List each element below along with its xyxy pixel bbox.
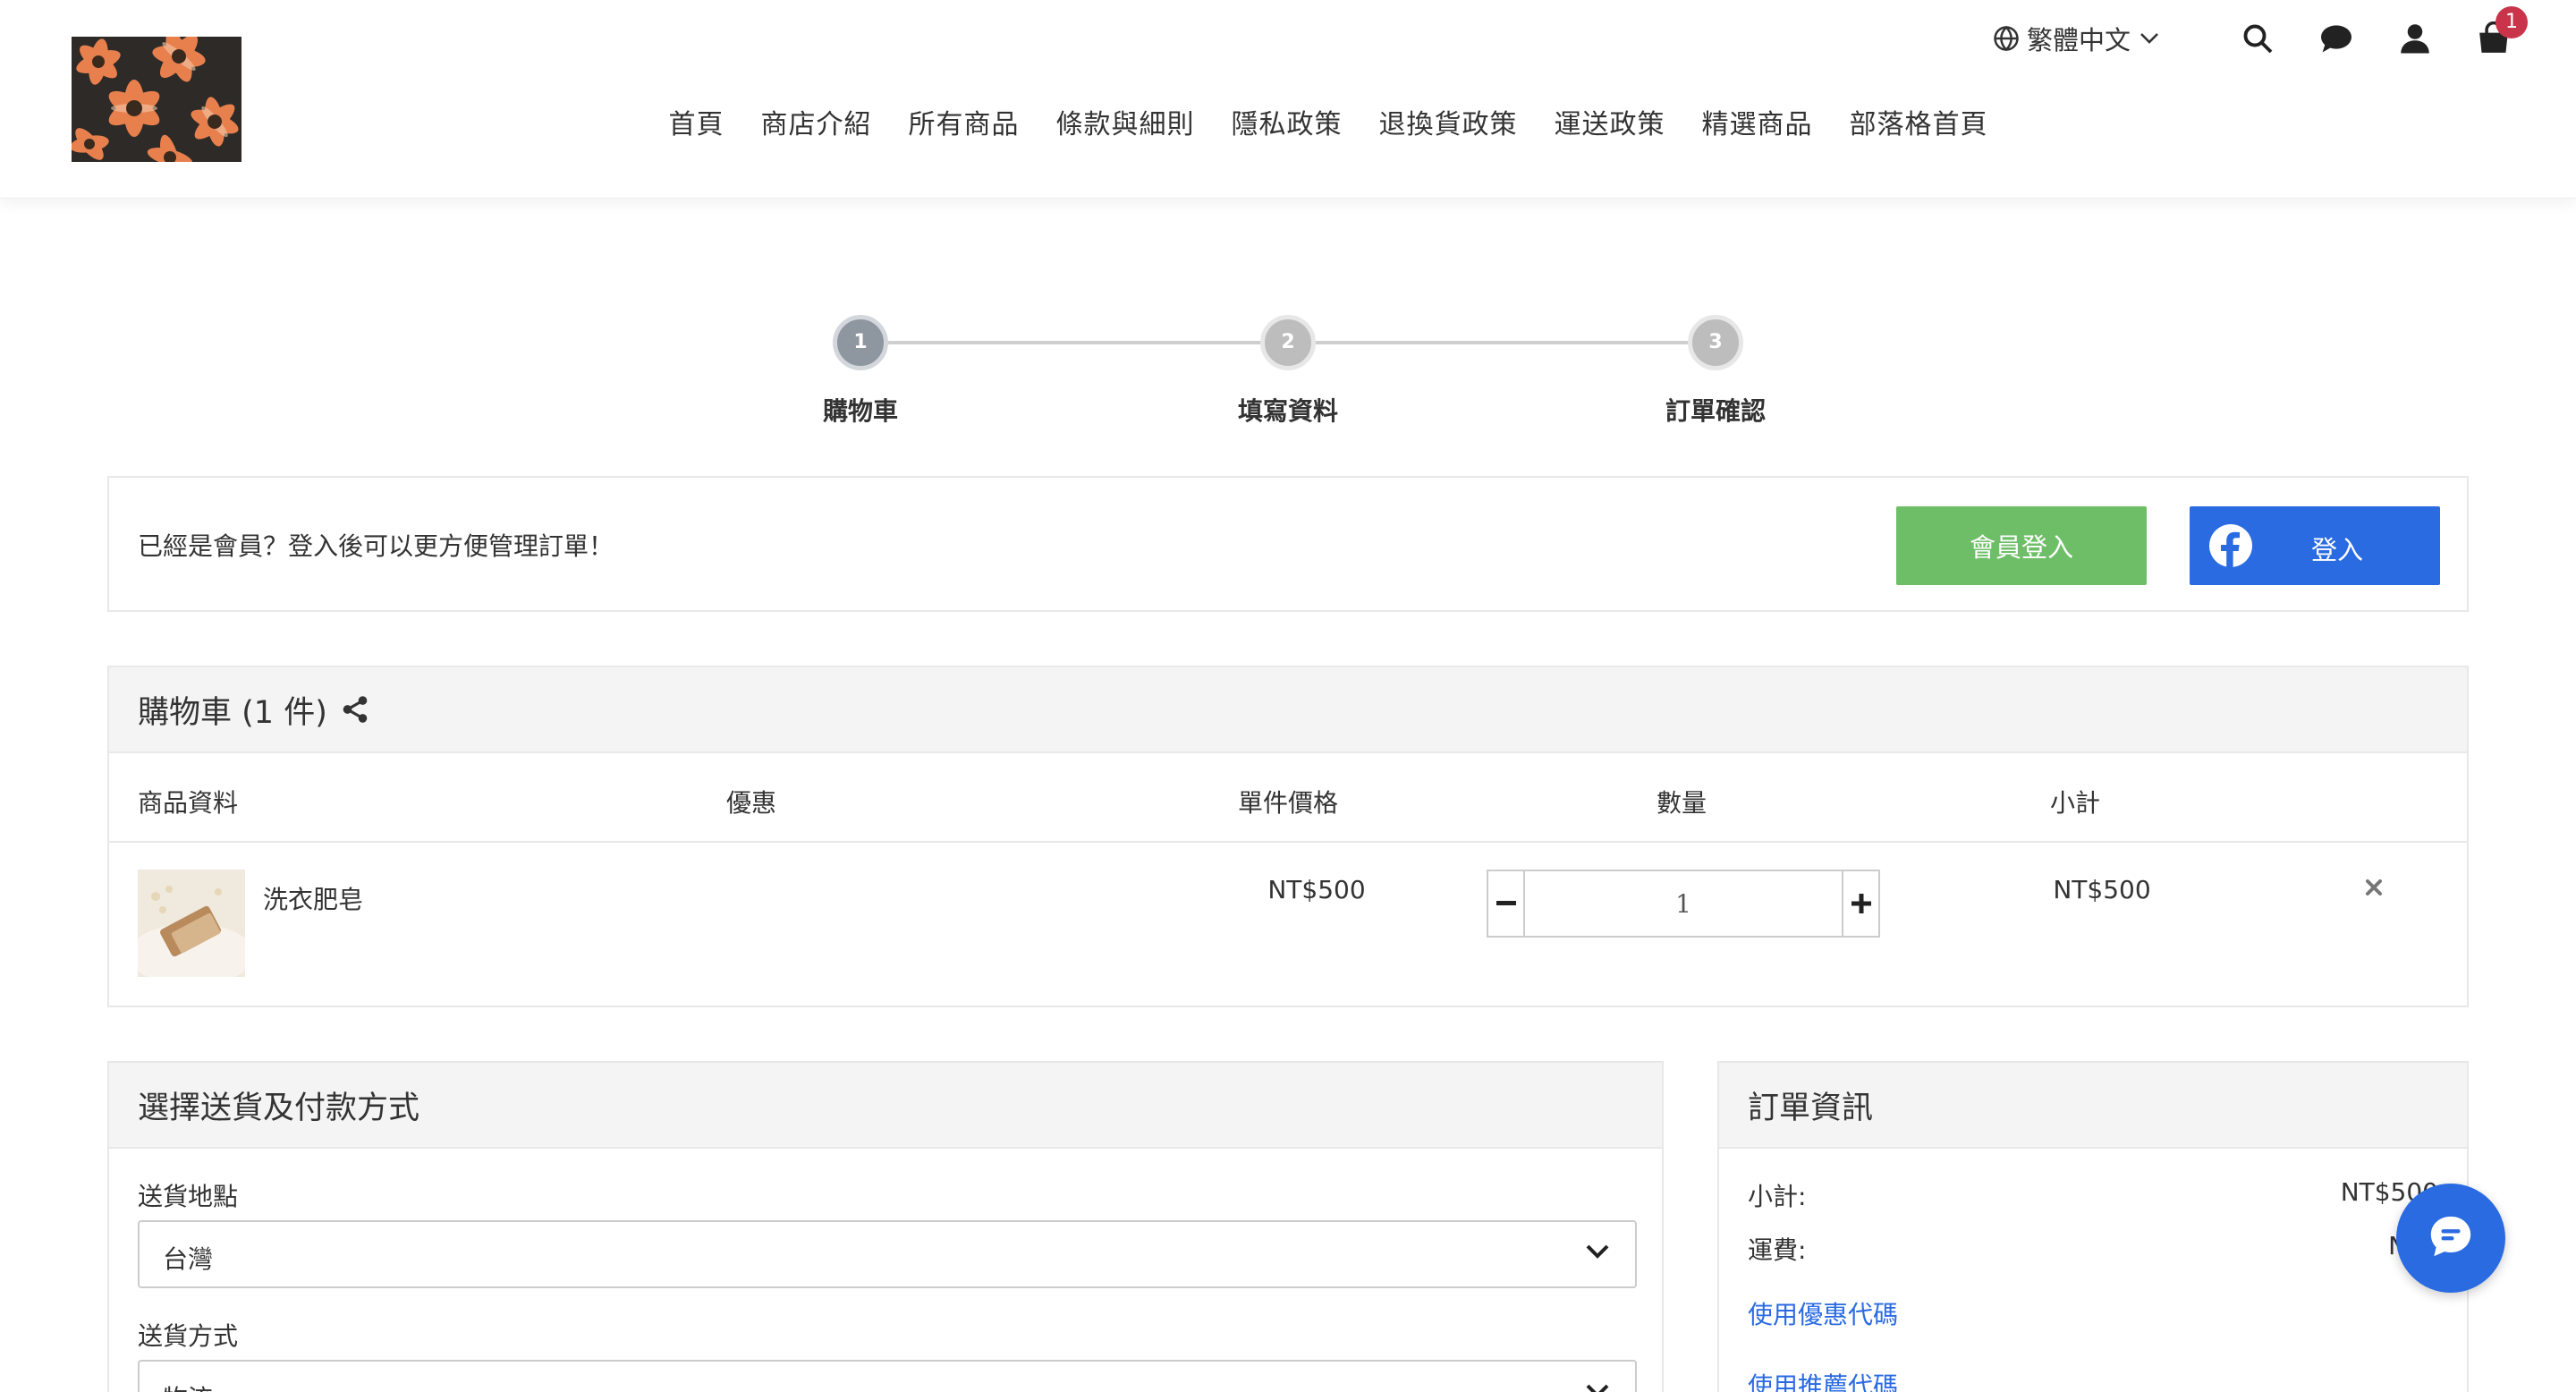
share-icon[interactable] [340,694,370,725]
nav-privacy[interactable]: 隱私政策 [1232,102,1343,141]
chat-icon[interactable] [2317,19,2356,58]
remove-item-icon[interactable] [2356,870,2392,905]
cart-title: 購物車 (1 件) [138,694,327,731]
step-number: 1 [833,315,888,370]
shipping-location-label: 送貨地點 [138,1182,239,1211]
step-number: 2 [1260,315,1316,370]
checkout-stepper: 1 購物車 2 填寫資料 3 訂單確認 [0,315,2576,431]
order-info-header: 訂單資訊 [1719,1063,2467,1149]
shipping-location-value: 台灣 [163,1244,214,1274]
order-shipping-row: 運費: NT$ [1748,1231,2438,1267]
nav-blog[interactable]: 部落格首頁 [1850,102,1988,141]
col-subtotal: 小計 [2050,788,2101,818]
cart-panel: 購物車 (1 件) 商品資料 優惠 單件價格 數量 小計 洗衣肥皂 NT$500 [107,666,2469,1007]
user-icon[interactable] [2395,19,2435,58]
nav-about[interactable]: 商店介紹 [761,102,872,141]
step-cart: 1 購物車 [771,315,950,428]
language-label: 繁體中文 [2026,25,2131,55]
live-chat-button[interactable] [2396,1184,2505,1293]
member-login-bar: 已經是會員？登入後可以更方便管理訂單！ 會員登入 登入 [107,476,2469,612]
product-thumbnail[interactable] [138,870,245,977]
cart-column-headers: 商品資料 優惠 單件價格 數量 小計 [109,753,2467,843]
shipping-panel-title: 選擇送貨及付款方式 [138,1090,420,1126]
col-quantity: 數量 [1657,788,1707,818]
use-coupon-link[interactable]: 使用優惠代碼 [1748,1295,1898,1331]
shipping-method-select[interactable]: 物流 [138,1360,1637,1392]
step-number: 3 [1688,315,1743,370]
step-label: 購物車 [822,396,898,426]
nav-terms[interactable]: 條款與細則 [1056,102,1195,141]
main-nav: 首頁 商店介紹 所有商品 條款與細則 隱私政策 退換貨政策 運送政策 精選商品 … [0,102,2576,141]
language-selector[interactable]: 繁體中文 [1993,20,2159,57]
order-subtotal-label: 小計: [1748,1182,1807,1211]
step-fill-info: 2 填寫資料 [1199,315,1377,428]
chevron-down-icon [1585,1383,1610,1392]
order-info-title: 訂單資訊 [1748,1090,1874,1126]
item-subtotal: NT$500 [2053,875,2151,904]
nav-returns[interactable]: 退換貨政策 [1379,102,1518,141]
shipping-method-value: 物流 [163,1379,213,1392]
quantity-input[interactable] [1525,871,1842,936]
shipping-location-select[interactable]: 台灣 [138,1220,1637,1288]
product-name[interactable]: 洗衣肥皂 [263,880,363,916]
chevron-down-icon [1585,1243,1610,1260]
shipping-payment-panel: 選擇送貨及付款方式 送貨地點 台灣 送貨方式 物流 [107,1061,1664,1392]
step-confirm: 3 訂單確認 [1626,315,1805,428]
member-login-button[interactable]: 會員登入 [1896,506,2147,585]
order-shipping-label: 運費: [1748,1235,1807,1265]
chevron-down-icon [2140,32,2159,45]
globe-icon [1993,25,2020,52]
col-unit-price: 單件價格 [1238,788,1339,818]
store-logo[interactable] [72,37,242,162]
header-utilities: 繁體中文 1 [1993,6,2528,59]
cart-item-row: 洗衣肥皂 NT$500 NT$500 [109,843,2467,1007]
quantity-stepper [1487,870,1880,938]
order-subtotal-row: 小計: NT$500 [1748,1177,2438,1213]
increase-quantity-button[interactable] [1842,871,1878,936]
site-header: 繁體中文 1 首頁 商店介紹 所有商品 條款與細則 隱私政策 退換貨政策 運送政… [0,0,2576,199]
cart-header: 購物車 (1 件) [109,667,2467,753]
col-product: 商品資料 [138,788,239,818]
step-label: 訂單確認 [1665,396,1766,426]
col-discount: 優惠 [726,788,777,818]
decrease-quantity-button[interactable] [1488,871,1525,936]
nav-home[interactable]: 首頁 [669,102,724,141]
shipping-panel-header: 選擇送貨及付款方式 [109,1063,1662,1149]
chat-bubble-icon [2426,1211,2476,1265]
step-label: 填寫資料 [1237,396,1338,426]
nav-featured[interactable]: 精選商品 [1702,102,1813,141]
nav-all-products[interactable]: 所有商品 [909,102,1020,141]
login-prompt: 已經是會員？登入後可以更方便管理訂單！ [138,531,614,561]
order-info-panel: 訂單資訊 小計: NT$500 運費: NT$ 使用優惠代碼 使用推薦代碼 [1717,1061,2469,1392]
nav-shipping-policy[interactable]: 運送政策 [1555,102,1665,141]
shipping-method-label: 送貨方式 [138,1321,239,1351]
facebook-login-button[interactable]: 登入 [2190,506,2440,585]
search-icon[interactable] [2238,19,2277,58]
unit-price: NT$500 [1267,875,1366,904]
shopping-bag-icon[interactable]: 1 [2474,6,2528,58]
use-referral-link[interactable]: 使用推薦代碼 [1748,1367,1898,1392]
cart-count-badge: 1 [2496,6,2528,38]
facebook-login-label: 登入 [2310,535,2363,565]
